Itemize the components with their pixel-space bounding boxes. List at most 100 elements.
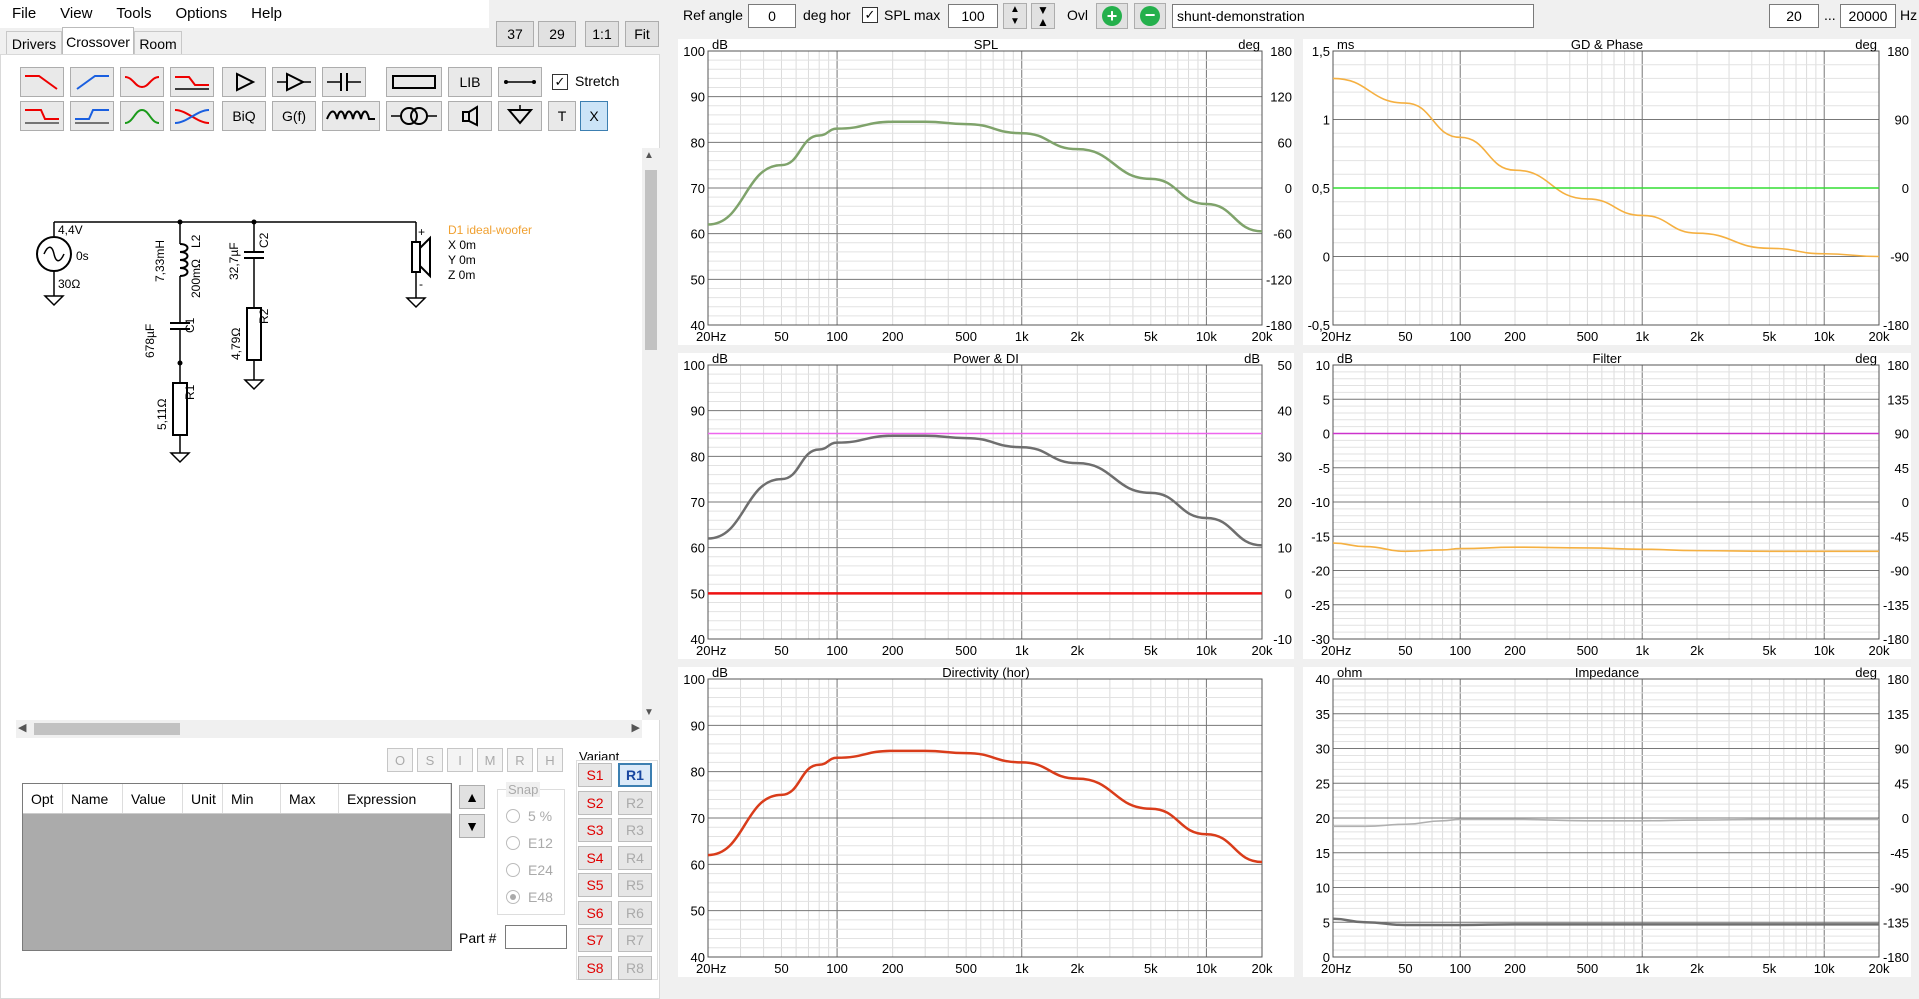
highpass-2-tool[interactable] bbox=[70, 101, 114, 131]
lowpass-2-tool[interactable] bbox=[20, 101, 64, 131]
left-tick-label: 1 bbox=[1323, 113, 1330, 128]
menu-options[interactable]: Options bbox=[163, 1, 239, 27]
col-expression[interactable]: Expression bbox=[339, 784, 451, 813]
directivity-chart[interactable]: Directivity (hor) dB 100 90 80 70 60 50 40 20Hz 50… bbox=[678, 665, 1294, 977]
resistor-tool[interactable] bbox=[386, 67, 442, 97]
variant-s7-button[interactable]: S7 bbox=[578, 928, 612, 952]
capacitor-tool[interactable] bbox=[322, 67, 366, 97]
opt-m-button[interactable]: M bbox=[477, 748, 503, 772]
zoom-fit-button[interactable]: Fit bbox=[625, 21, 659, 47]
filter-chart[interactable]: Filter dB deg 10 5 0 -5 -10 -15 -20 -25 -30 180 135 90… bbox=[1303, 351, 1911, 659]
col-max[interactable]: Max bbox=[281, 784, 339, 813]
project-name-input[interactable] bbox=[1172, 4, 1534, 28]
move-down-button[interactable]: ▼ bbox=[459, 814, 485, 838]
spl-max-input[interactable] bbox=[948, 4, 998, 28]
opt-i-button[interactable]: I bbox=[447, 748, 473, 772]
move-up-button[interactable]: ▲ bbox=[459, 785, 485, 809]
col-opt[interactable]: Opt bbox=[23, 784, 63, 813]
library-tool[interactable]: LIB bbox=[448, 67, 492, 97]
variant-s1-button[interactable]: S1 bbox=[578, 763, 612, 787]
spl-chart[interactable]: SPL dB deg 100 90 80 70 60 50 40 180 120 60 0 -60 -120-… bbox=[678, 37, 1294, 345]
lowpass-red-tool[interactable] bbox=[20, 67, 64, 97]
variant-r3-button[interactable]: R3 bbox=[618, 818, 652, 842]
ref-angle-input[interactable] bbox=[748, 4, 796, 28]
transformer-tool[interactable] bbox=[386, 101, 442, 131]
crossover-tool[interactable] bbox=[170, 101, 214, 131]
inductor-tool[interactable] bbox=[322, 101, 380, 131]
opt-o-button[interactable]: O bbox=[387, 748, 413, 772]
freq-from-input[interactable] bbox=[1769, 4, 1819, 28]
scroll-left-icon[interactable]: ◀ bbox=[18, 721, 26, 734]
circuit-horizontal-scrollbar[interactable]: ◀ ▶ bbox=[16, 720, 642, 738]
col-unit[interactable]: Unit bbox=[183, 784, 223, 813]
variant-r5-button[interactable]: R5 bbox=[618, 873, 652, 897]
snap-e48-radio[interactable]: E48 bbox=[506, 883, 553, 910]
power-di-chart[interactable]: Power & DI dB dB 100 90 80 70 60 50 40 50 40 30 20 10 0… bbox=[678, 351, 1294, 659]
variant-s5-button[interactable]: S5 bbox=[578, 873, 612, 897]
variant-r1-button[interactable]: R1 bbox=[618, 763, 652, 787]
notch-red-tool[interactable] bbox=[120, 67, 164, 97]
hscroll-thumb[interactable] bbox=[34, 723, 180, 735]
snap-e12-radio[interactable]: E12 bbox=[506, 829, 553, 856]
delete-tool[interactable]: X bbox=[580, 101, 608, 131]
bandpass-green-tool[interactable] bbox=[120, 101, 164, 131]
freq-to-input[interactable] bbox=[1840, 4, 1896, 28]
opt-r-button[interactable]: R bbox=[507, 748, 533, 772]
variant-r2-button[interactable]: R2 bbox=[618, 790, 652, 815]
highpass-blue-tool[interactable] bbox=[70, 67, 114, 97]
gd-phase-chart[interactable]: GD & Phase ms deg 1,5 1 0,5 0 -0,5 180 90 0 -90 -180… bbox=[1303, 37, 1911, 345]
menu-file[interactable]: File bbox=[0, 1, 48, 27]
opamp-tool[interactable] bbox=[272, 67, 316, 97]
gf-tool[interactable]: G(f) bbox=[272, 101, 316, 131]
spl-max-checkbox[interactable]: ✓ bbox=[862, 7, 878, 23]
left-tick-label: 60 bbox=[691, 227, 705, 242]
tab-drivers[interactable]: Drivers bbox=[6, 31, 62, 55]
parameter-table[interactable]: Opt Name Value Unit Min Max Expression bbox=[22, 783, 452, 951]
spl-range-button[interactable]: ▼ ▲ bbox=[1031, 3, 1055, 29]
remove-overlay-button[interactable]: − bbox=[1134, 3, 1166, 29]
variant-s8-button[interactable]: S8 bbox=[578, 955, 612, 980]
col-name[interactable]: Name bbox=[63, 784, 123, 813]
col-min[interactable]: Min bbox=[223, 784, 281, 813]
zoom-29-button[interactable]: 29 bbox=[538, 21, 576, 47]
zoom-37-button[interactable]: 37 bbox=[496, 21, 534, 47]
opt-h-button[interactable]: H bbox=[537, 748, 563, 772]
menu-tools[interactable]: Tools bbox=[104, 1, 163, 27]
wire-tool[interactable] bbox=[498, 67, 542, 97]
variant-s4-button[interactable]: S4 bbox=[578, 845, 612, 870]
menu-view[interactable]: View bbox=[48, 1, 104, 27]
snap-e24-radio[interactable]: E24 bbox=[506, 856, 553, 883]
variant-s2-button[interactable]: S2 bbox=[578, 790, 612, 815]
biquad-tool[interactable]: BiQ bbox=[222, 101, 266, 131]
zoom-1-1-button[interactable]: 1:1 bbox=[585, 21, 619, 47]
circuit-canvas[interactable]: 4,4V 0s 30Ω 7,33mH 200mΩ L2 678µF C1 5,1… bbox=[16, 148, 642, 720]
circuit-vertical-scrollbar[interactable]: ▲ ▼ bbox=[642, 148, 660, 720]
stretch-checkbox[interactable]: ✓ bbox=[552, 74, 568, 90]
opt-s-button[interactable]: S bbox=[417, 748, 443, 772]
add-overlay-button[interactable]: + bbox=[1096, 3, 1128, 29]
col-value[interactable]: Value bbox=[123, 784, 183, 813]
scroll-up-icon[interactable]: ▲ bbox=[644, 150, 654, 161]
tab-crossover[interactable]: Crossover bbox=[62, 27, 134, 55]
scroll-down-icon[interactable]: ▼ bbox=[644, 707, 654, 718]
variant-s6-button[interactable]: S6 bbox=[578, 900, 612, 925]
speaker-tool[interactable] bbox=[448, 101, 492, 131]
part-number-input[interactable] bbox=[505, 925, 567, 949]
snap-5pct-radio[interactable]: 5 % bbox=[506, 802, 553, 829]
vscroll-thumb[interactable] bbox=[645, 170, 657, 350]
impedance-chart[interactable]: Impedance ohm deg 40 35 30 25 20 15 10 5 0 180 135 90 4… bbox=[1303, 665, 1911, 977]
variant-r7-button[interactable]: R7 bbox=[618, 928, 652, 952]
tab-room[interactable]: Room bbox=[134, 31, 182, 55]
scroll-right-icon[interactable]: ▶ bbox=[632, 721, 640, 734]
variant-s3-button[interactable]: S3 bbox=[578, 818, 612, 842]
shelf-tool[interactable] bbox=[170, 67, 214, 97]
spl-max-spinner[interactable]: ▲ ▼ bbox=[1003, 3, 1027, 29]
ground-tool[interactable] bbox=[498, 101, 542, 131]
variant-r8-button[interactable]: R8 bbox=[618, 955, 652, 980]
menu-help[interactable]: Help bbox=[239, 1, 294, 27]
amplifier-tool[interactable] bbox=[222, 67, 266, 97]
variant-r6-button[interactable]: R6 bbox=[618, 900, 652, 925]
text-tool[interactable]: T bbox=[548, 101, 576, 131]
variant-r4-button[interactable]: R4 bbox=[618, 845, 652, 870]
deg-hor-label: deg hor bbox=[803, 7, 851, 23]
